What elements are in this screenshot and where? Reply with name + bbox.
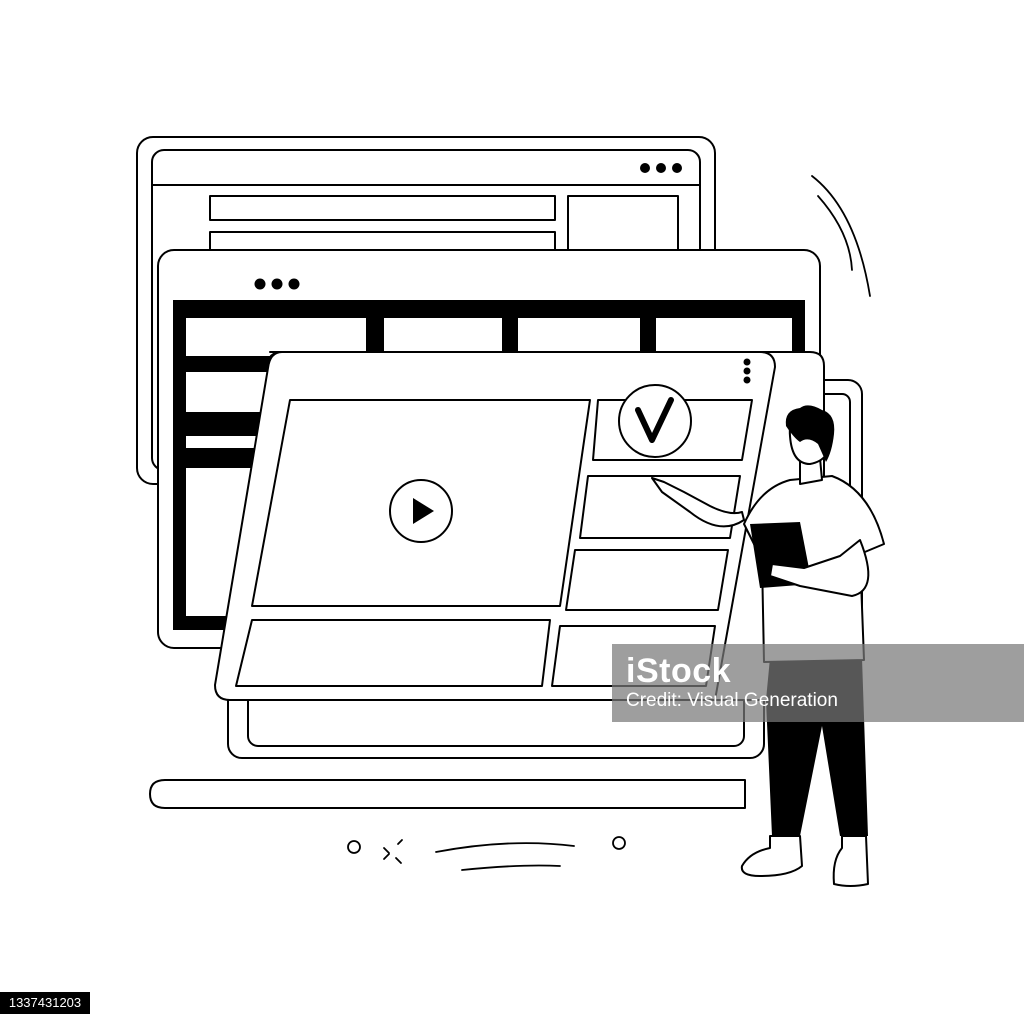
stage: iStock Credit: Visual Generation 1337431… xyxy=(0,0,1024,1024)
floor-decor xyxy=(347,836,626,871)
desk-base xyxy=(149,779,746,809)
window-dots-icon xyxy=(254,278,300,290)
illustration xyxy=(136,136,885,887)
checkmark-icon xyxy=(618,384,692,458)
watermark-credit: Credit: Visual Generation xyxy=(626,690,838,711)
window-dots-icon xyxy=(743,358,751,384)
istock-watermark: iStock Credit: Visual Generation xyxy=(612,644,1024,722)
watermark-brand: iStock xyxy=(626,652,732,690)
window-dots-icon xyxy=(640,163,682,173)
play-icon xyxy=(389,479,453,543)
stock-id-label: 1337431203 xyxy=(0,992,90,1014)
